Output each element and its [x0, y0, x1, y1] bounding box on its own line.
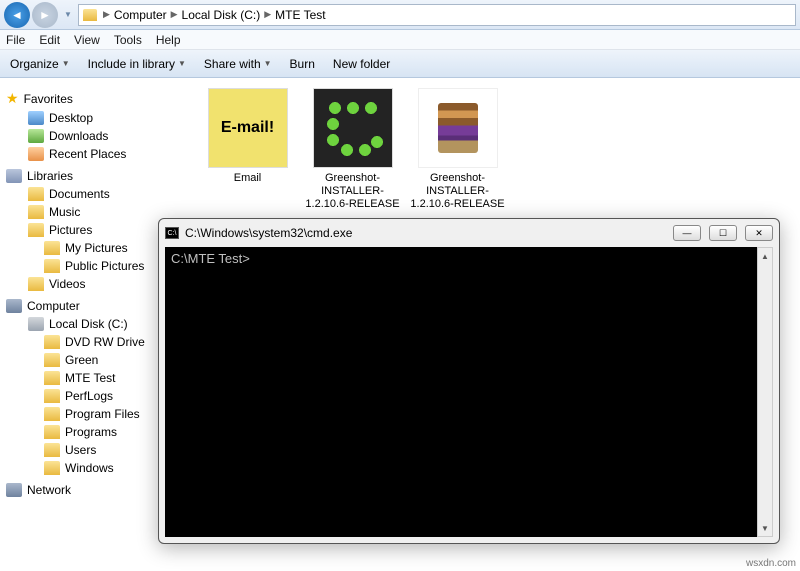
folder-icon: [44, 443, 60, 457]
folder-icon: [44, 407, 60, 421]
close-button[interactable]: ✕: [745, 225, 773, 241]
toolbar-include-in-library[interactable]: Include in library▼: [88, 57, 186, 71]
folder-icon: [44, 461, 60, 475]
scroll-up-icon[interactable]: ▲: [758, 248, 772, 264]
toolbar-organize[interactable]: Organize▼: [10, 57, 70, 71]
menu-view[interactable]: View: [74, 33, 100, 47]
cmd-icon: C:\: [165, 227, 179, 239]
cmd-window-title: C:\Windows\system32\cmd.exe: [185, 226, 352, 240]
scroll-down-icon[interactable]: ▼: [758, 520, 772, 536]
menubar: File Edit View Tools Help: [0, 30, 800, 50]
menu-help[interactable]: Help: [156, 33, 181, 47]
folder-icon: [28, 223, 44, 237]
nav-history-dropdown[interactable]: ▼: [64, 10, 74, 19]
disk-icon: [28, 317, 44, 331]
toolbar-burn[interactable]: Burn: [290, 57, 315, 71]
toolbar-share-with[interactable]: Share with▼: [204, 57, 272, 71]
minimize-button[interactable]: —: [673, 225, 701, 241]
recent-icon: [28, 147, 44, 161]
libraries-icon: [6, 169, 22, 183]
chevron-down-icon: ▼: [178, 59, 186, 68]
chevron-down-icon: ▼: [264, 59, 272, 68]
breadcrumb-drive[interactable]: Local Disk (C:): [182, 8, 261, 22]
chevron-right-icon: ▶: [171, 9, 178, 20]
folder-icon: [44, 241, 60, 255]
watermark: wsxdn.com: [746, 558, 796, 569]
cmd-titlebar[interactable]: C:\ C:\Windows\system32\cmd.exe — ☐ ✕: [159, 219, 779, 247]
sidebar-libraries-header[interactable]: Libraries: [6, 169, 184, 183]
file-label: Greenshot-INSTALLER-1.2.10.6-RELEASE: [305, 172, 400, 212]
menu-tools[interactable]: Tools: [114, 33, 142, 47]
computer-icon: [6, 299, 22, 313]
breadcrumb-computer[interactable]: Computer: [114, 8, 167, 22]
folder-icon: [44, 353, 60, 367]
sidebar-item-documents[interactable]: Documents: [4, 185, 186, 203]
cmd-terminal[interactable]: C:\MTE Test>: [165, 247, 757, 537]
folder-icon: [28, 187, 44, 201]
folder-icon: [28, 205, 44, 219]
address-bar[interactable]: ▶ Computer ▶ Local Disk (C:) ▶ MTE Test: [78, 4, 796, 26]
file-item-greenshot-archive[interactable]: Greenshot-INSTALLER-1.2.10.6-RELEASE: [410, 88, 505, 212]
folder-icon: [44, 389, 60, 403]
menu-file[interactable]: File: [6, 33, 25, 47]
file-thumbnail: [418, 88, 498, 168]
maximize-button[interactable]: ☐: [709, 225, 737, 241]
folder-icon: [44, 335, 60, 349]
chevron-right-icon: ▶: [264, 9, 271, 20]
file-item-email[interactable]: E-mail! Email: [200, 88, 295, 185]
file-item-greenshot-installer[interactable]: Greenshot-INSTALLER-1.2.10.6-RELEASE: [305, 88, 400, 212]
chevron-right-icon: ▶: [103, 9, 110, 20]
cmd-scrollbar[interactable]: ▲ ▼: [757, 247, 773, 537]
sidebar-item-recent-places[interactable]: Recent Places: [4, 145, 186, 163]
file-label: Email: [200, 172, 295, 185]
folder-icon: [44, 259, 60, 273]
cmd-prompt: C:\MTE Test>: [171, 251, 250, 266]
star-icon: ★: [6, 90, 19, 107]
nav-back-button[interactable]: ◄: [4, 2, 30, 28]
command-prompt-window[interactable]: C:\ C:\Windows\system32\cmd.exe — ☐ ✕ C:…: [158, 218, 780, 544]
folder-icon: [28, 277, 44, 291]
folder-icon: [83, 9, 97, 21]
file-label: Greenshot-INSTALLER-1.2.10.6-RELEASE: [410, 172, 505, 212]
chevron-down-icon: ▼: [62, 59, 70, 68]
desktop-icon: [28, 111, 44, 125]
toolbar-new-folder[interactable]: New folder: [333, 57, 390, 71]
folder-icon: [44, 371, 60, 385]
toolbar: Organize▼ Include in library▼ Share with…: [0, 50, 800, 78]
folder-icon: [44, 425, 60, 439]
file-thumbnail: [313, 88, 393, 168]
downloads-icon: [28, 129, 44, 143]
sidebar-item-desktop[interactable]: Desktop: [4, 109, 186, 127]
sidebar-item-downloads[interactable]: Downloads: [4, 127, 186, 145]
titlebar: ◄ ► ▼ ▶ Computer ▶ Local Disk (C:) ▶ MTE…: [0, 0, 800, 30]
sidebar-favorites-header[interactable]: ★Favorites: [6, 90, 184, 107]
network-icon: [6, 483, 22, 497]
nav-forward-button[interactable]: ►: [32, 2, 58, 28]
breadcrumb-folder[interactable]: MTE Test: [275, 8, 325, 22]
menu-edit[interactable]: Edit: [39, 33, 60, 47]
file-thumbnail: E-mail!: [208, 88, 288, 168]
